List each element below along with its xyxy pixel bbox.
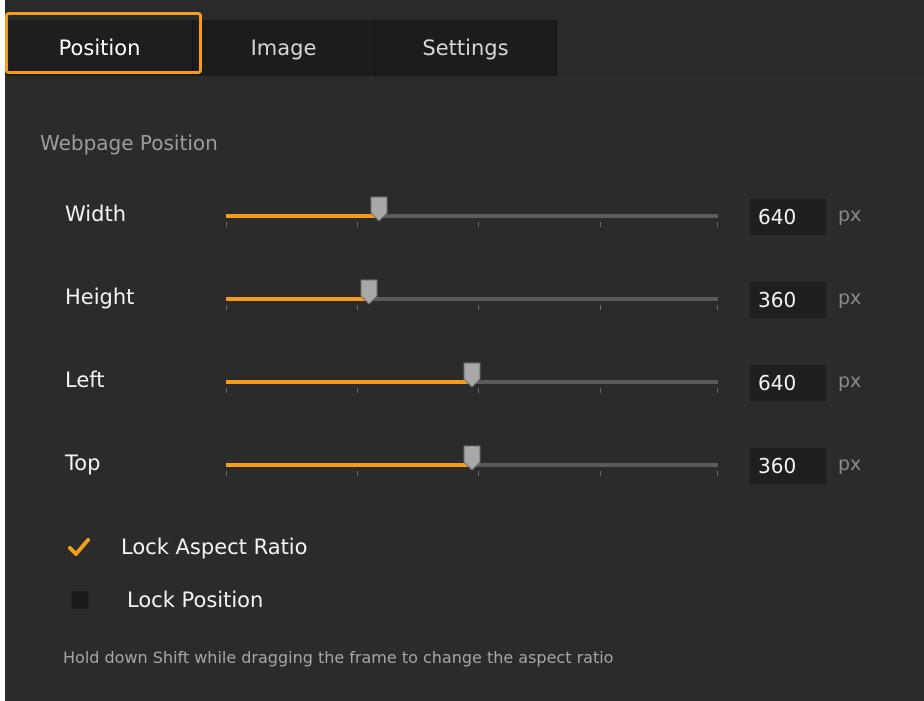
width-row: Width px <box>5 196 924 238</box>
unchecked-box-icon <box>71 591 89 609</box>
slider-thumb[interactable] <box>463 445 481 471</box>
slider-tick <box>357 222 358 227</box>
slider-tick <box>478 305 479 310</box>
height-unit: px <box>838 287 862 309</box>
slider-tick <box>357 471 358 476</box>
slider-tick <box>717 388 718 393</box>
lock-aspect-ratio-checkbox[interactable]: Lock Aspect Ratio <box>67 532 308 562</box>
tab-position[interactable]: Position <box>7 20 193 76</box>
section-title: Webpage Position <box>40 131 218 155</box>
width-slider[interactable] <box>226 196 718 238</box>
lock-aspect-ratio-label: Lock Aspect Ratio <box>121 535 308 559</box>
slider-tick <box>600 222 601 227</box>
height-slider[interactable] <box>226 279 718 321</box>
hint-text: Hold down Shift while dragging the frame… <box>63 648 614 667</box>
lock-position-label: Lock Position <box>127 588 264 612</box>
slider-tick <box>226 471 227 476</box>
slider-tick <box>717 305 718 310</box>
position-tab-content: Webpage Position Width px Height <box>5 76 924 701</box>
left-slider[interactable] <box>226 362 718 404</box>
top-row: Top px <box>5 445 924 487</box>
slider-tick <box>717 471 718 476</box>
width-value-input[interactable] <box>750 199 826 235</box>
top-unit: px <box>838 453 862 475</box>
slider-fill <box>226 297 369 301</box>
slider-thumb[interactable] <box>463 362 481 388</box>
left-value-input[interactable] <box>750 365 826 401</box>
slider-tick <box>357 388 358 393</box>
position-panel-window: Position Image Settings Webpage Position… <box>0 0 924 701</box>
slider-tick <box>600 388 601 393</box>
tab-position-label: Position <box>58 36 141 60</box>
top-label: Top <box>65 451 101 475</box>
slider-thumb[interactable] <box>370 196 388 222</box>
slider-tick <box>478 222 479 227</box>
slider-fill <box>226 214 379 218</box>
slider-tick <box>600 305 601 310</box>
tab-image-label: Image <box>250 36 317 60</box>
left-unit: px <box>838 370 862 392</box>
slider-thumb[interactable] <box>360 279 378 305</box>
slider-tick <box>357 305 358 310</box>
tab-settings[interactable]: Settings <box>375 20 557 76</box>
checkmark-icon <box>68 538 90 556</box>
slider-tick <box>226 222 227 227</box>
slider-fill <box>226 463 472 467</box>
slider-tick <box>478 388 479 393</box>
tab-settings-label: Settings <box>422 36 509 60</box>
lock-position-checkbox[interactable]: Lock Position <box>67 585 263 615</box>
tab-image[interactable]: Image <box>193 20 375 76</box>
width-unit: px <box>838 204 862 226</box>
height-value-input[interactable] <box>750 282 826 318</box>
width-label: Width <box>65 202 127 226</box>
slider-tick <box>717 222 718 227</box>
left-label: Left <box>65 368 105 392</box>
left-row: Left px <box>5 362 924 404</box>
top-value-input[interactable] <box>750 448 826 484</box>
slider-tick <box>600 471 601 476</box>
height-row: Height px <box>5 279 924 321</box>
slider-tick <box>478 471 479 476</box>
top-slider[interactable] <box>226 445 718 487</box>
tab-bar: Position Image Settings <box>5 0 924 76</box>
slider-fill <box>226 380 472 384</box>
height-label: Height <box>65 285 135 309</box>
slider-tick <box>226 305 227 310</box>
slider-tick <box>226 388 227 393</box>
